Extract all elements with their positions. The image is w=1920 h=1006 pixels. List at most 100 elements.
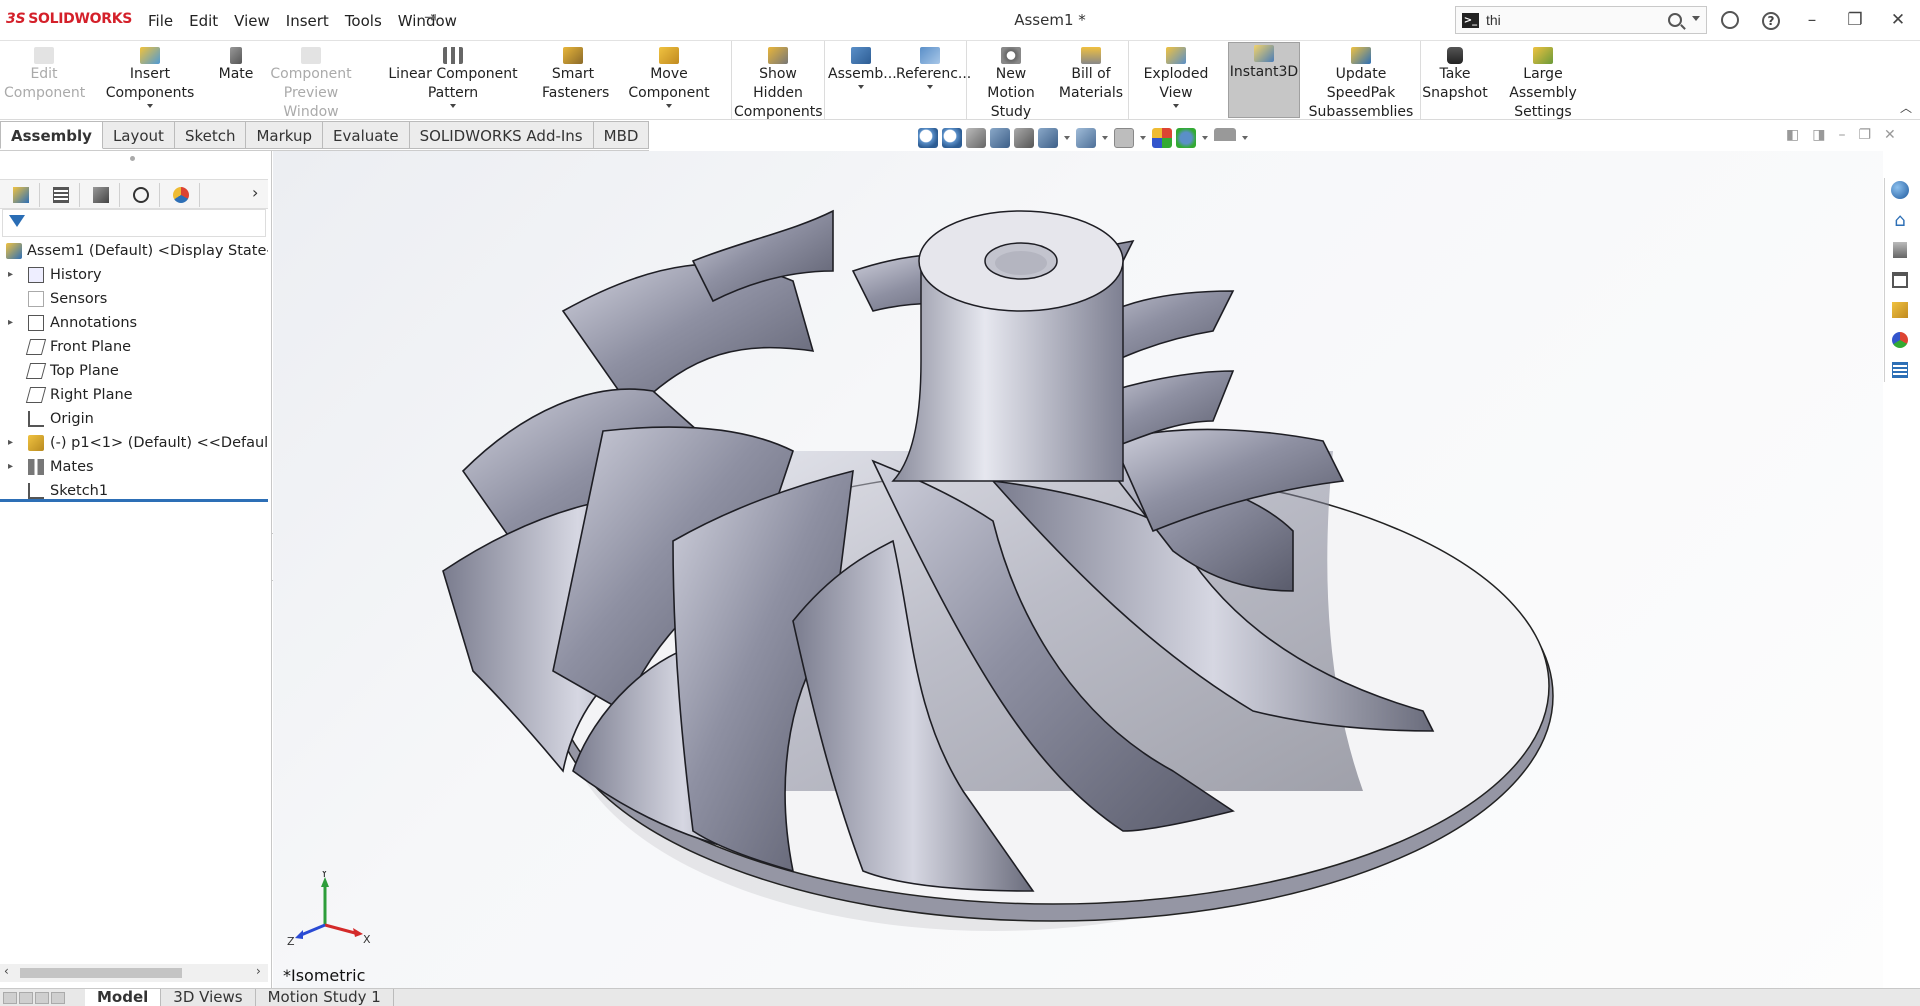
tree-node[interactable]: Front Plane (0, 335, 268, 359)
collapse-ribbon-icon[interactable]: ︿ (1900, 99, 1912, 116)
dropdown-arrow-icon[interactable] (1102, 136, 1108, 140)
minimize-button[interactable]: – (1797, 6, 1827, 34)
section-view-icon[interactable] (990, 128, 1010, 148)
menu-tools[interactable]: Tools (337, 10, 390, 32)
dynamic-annotation-icon[interactable] (1014, 128, 1034, 148)
design-library-tab[interactable] (1889, 238, 1911, 262)
view-palette-tab[interactable] (1889, 298, 1911, 322)
dropdown-arrow-icon[interactable] (1202, 136, 1208, 140)
large-assembly-settings-button[interactable]: Large Assembly Settings (1490, 45, 1596, 122)
first-tab-icon[interactable] (3, 991, 17, 1004)
tab-assembly[interactable]: Assembly (0, 121, 103, 149)
menu-insert[interactable]: Insert (278, 10, 337, 32)
instant3d-toggle[interactable]: Instant3D (1228, 42, 1300, 118)
show-hidden-components-button[interactable]: Show Hidden Components (734, 45, 823, 122)
search-input[interactable] (1486, 11, 1666, 29)
mate-button[interactable]: Mate (214, 45, 258, 84)
tab-property-manager[interactable] (42, 183, 80, 207)
zoom-to-area-icon[interactable] (942, 128, 962, 148)
file-explorer-tab[interactable] (1889, 268, 1911, 292)
solidworks-resources-tab[interactable] (1889, 178, 1911, 202)
graphics-area[interactable]: Y X Z *Isometric (273, 151, 1883, 991)
appearances-tab[interactable] (1889, 328, 1911, 352)
menu-edit[interactable]: Edit (181, 10, 226, 32)
display-style-icon[interactable] (1076, 128, 1096, 148)
search-icon[interactable] (1668, 13, 1682, 27)
dropdown-arrow-icon[interactable] (1242, 136, 1248, 140)
chevron-right-icon[interactable]: › (252, 183, 258, 202)
tab-configuration-manager[interactable] (82, 183, 120, 207)
exploded-view-button[interactable]: Exploded View (1130, 45, 1222, 108)
custom-properties-tab[interactable] (1889, 358, 1911, 382)
tile-left-icon[interactable]: ◧ (1786, 127, 1799, 143)
viewport-restore-icon[interactable]: ❐ (1858, 127, 1871, 143)
menu-file[interactable]: File (140, 10, 181, 32)
dropdown-arrow-icon[interactable] (1064, 136, 1070, 140)
apply-scene-icon[interactable] (1176, 128, 1196, 148)
dropdown-arrow-icon[interactable] (450, 104, 456, 108)
tab-evaluate[interactable]: Evaluate (323, 121, 410, 149)
edit-component-button[interactable]: Edit Component (4, 45, 85, 103)
dropdown-arrow-icon[interactable] (1173, 104, 1179, 108)
horizontal-scrollbar[interactable]: ‹ › (0, 964, 268, 982)
next-tab-icon[interactable] (35, 991, 49, 1004)
tab-addins[interactable]: SOLIDWORKS Add-Ins (409, 121, 594, 149)
search-dropdown-icon[interactable] (1692, 16, 1700, 21)
move-component-button[interactable]: Move Component (609, 45, 729, 108)
viewport-close-icon[interactable]: ✕ (1884, 127, 1896, 143)
tree-node[interactable]: Origin (0, 407, 268, 431)
edit-appearance-icon[interactable] (1152, 128, 1172, 148)
tab-3d-views[interactable]: 3D Views (161, 989, 256, 1006)
update-speedpak-button[interactable]: Update SpeedPak Subassemblies (1304, 45, 1418, 122)
viewport-minimize-icon[interactable]: – (1838, 127, 1845, 143)
previous-view-icon[interactable] (966, 128, 986, 148)
tab-model[interactable]: Model (85, 989, 162, 1006)
zoom-to-fit-icon[interactable] (918, 128, 938, 148)
dropdown-arrow-icon[interactable] (147, 104, 153, 108)
linear-pattern-button[interactable]: Linear Component Pattern (368, 45, 538, 108)
expand-arrow-icon[interactable]: ▸ (8, 431, 13, 455)
new-motion-study-button[interactable]: New Motion Study (970, 45, 1052, 122)
help-button[interactable]: ? (1756, 6, 1786, 34)
view-settings-icon[interactable] (1214, 128, 1236, 148)
tree-node[interactable]: Right Plane (0, 383, 268, 407)
user-account-button[interactable] (1715, 6, 1745, 34)
component-preview-button[interactable]: Component Preview Window (260, 45, 362, 122)
command-prompt-icon[interactable]: >_ (1462, 13, 1479, 28)
expand-arrow-icon[interactable]: ▸ (8, 455, 13, 479)
expand-arrow-icon[interactable]: ▸ (8, 263, 13, 287)
rollback-bar[interactable] (0, 499, 268, 502)
tree-node[interactable]: ▸ Mates (0, 455, 268, 479)
take-snapshot-button[interactable]: Take Snapshot (1422, 45, 1488, 103)
tab-sketch[interactable]: Sketch (174, 121, 247, 149)
panel-grip-icon[interactable] (130, 156, 135, 161)
scroll-thumb[interactable] (20, 968, 182, 978)
prev-tab-icon[interactable] (19, 991, 33, 1004)
assembly-features-button[interactable]: Assemb... (828, 45, 897, 89)
solidworks-logo[interactable]: 3S SOLIDWORKS (6, 11, 132, 27)
home-tab[interactable]: ⌂ (1889, 208, 1911, 232)
tab-display-manager[interactable] (162, 183, 200, 207)
close-button[interactable]: ✕ (1883, 6, 1913, 34)
dropdown-arrow-icon[interactable] (1140, 136, 1146, 140)
hide-show-items-icon[interactable] (1114, 128, 1134, 148)
tree-node[interactable]: ▸ History (0, 263, 268, 287)
menu-view[interactable]: View (226, 10, 278, 32)
tab-dimxpert-manager[interactable] (122, 183, 160, 207)
tree-node[interactable]: Top Plane (0, 359, 268, 383)
expand-arrow-icon[interactable]: ▸ (8, 311, 13, 335)
tab-motion-study[interactable]: Motion Study 1 (256, 989, 394, 1006)
search-box[interactable]: >_ (1455, 6, 1707, 34)
smart-fasteners-button[interactable]: Smart Fasteners (542, 45, 609, 103)
pin-menu-icon[interactable]: ⇥ (424, 8, 437, 26)
tree-node[interactable]: ▸ (-) p1<1> (Default) <<Default>_I (0, 431, 268, 455)
scroll-left-icon[interactable]: ‹ (4, 964, 9, 978)
impeller-model[interactable] (273, 151, 1883, 991)
tab-markup[interactable]: Markup (246, 121, 324, 149)
tree-node[interactable]: Assem1 (Default) <Display State-1> (0, 239, 268, 263)
tree-node[interactable]: Sensors (0, 287, 268, 311)
tile-right-icon[interactable]: ◨ (1812, 127, 1825, 143)
tab-layout[interactable]: Layout (102, 121, 175, 149)
scroll-right-icon[interactable]: › (256, 964, 261, 978)
tab-mbd[interactable]: MBD (593, 121, 650, 149)
